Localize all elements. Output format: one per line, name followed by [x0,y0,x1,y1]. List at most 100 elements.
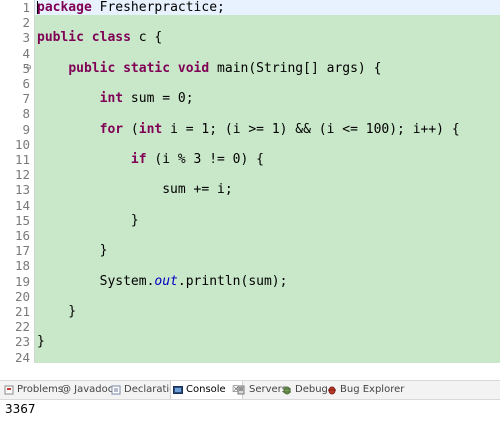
tab-bug-explorer[interactable]: Bug Explorer [327,381,404,399]
debug-icon [282,384,292,395]
declaration-icon [111,384,121,395]
keyword-token: void [177,60,210,76]
line-number: 17 [14,243,30,259]
bottom-panel-tabbar: Problems @ Javadoc Declaration Console ☒… [0,380,500,400]
line-number: 19 [14,273,30,289]
code-line: 22 [0,319,500,334]
tab-problems[interactable]: Problems [4,381,63,399]
code-line: 23} [0,334,500,349]
code-token: c { [130,30,163,46]
code-line: 11 if (i % 3 != 0) { [0,152,500,167]
line-number: 8 [22,106,30,122]
line-number: 24 [14,349,30,363]
keyword-token: int [138,121,163,137]
tab-label: Console [186,384,226,395]
code-token: main(String[] args) { [209,60,382,76]
code-text: } [37,334,45,349]
code-line: 17 } [0,243,500,258]
code-token: (i % 3 != 0) { [146,152,264,167]
code-text: public class c { [37,30,162,45]
line-number: 16 [14,228,30,243]
tab-label: Bug Explorer [340,384,405,395]
fold-toggle-icon[interactable]: ⊖ [26,61,31,76]
line-number: 12 [14,167,30,183]
code-token: } [37,212,139,228]
code-token: System. [37,273,155,289]
line-number: 23 [14,334,30,350]
line-number: 10 [14,136,30,152]
code-line: 13 sum += i; [0,182,500,197]
code-text: public static void main(String[] args) { [37,61,381,76]
code-line: 21 } [0,304,500,319]
code-text: } [37,213,139,228]
code-line: 1 package Fresherpractice; [0,0,500,15]
code-token: Fresherpractice; [91,0,225,15]
line-number: 21 [14,304,30,319]
code-token: sum += i; [37,182,233,198]
keyword-token: public [68,60,116,76]
code-line: 4 [0,46,500,61]
line-number: 14 [14,197,30,213]
text-cursor [37,1,38,14]
code-token: ( [123,121,139,137]
code-line: 24 [0,350,500,363]
code-line: 3 public class c { [0,30,500,45]
line-number: 13 [14,182,30,198]
problems-icon [4,384,14,395]
line-number: 15 [14,212,30,228]
code-line: 19 System.out.println(sum); [0,274,500,289]
line-number: 18 [14,258,30,274]
code-token: i = 1; (i >= 1) && (i <= 100); i++) { [162,121,460,137]
code-text: package Fresherpractice; [37,0,225,15]
code-line: 6 [0,76,500,91]
code-line: 7 int sum = 0; [0,91,500,106]
line-number: 20 [14,288,30,304]
code-line: 20 [0,289,500,304]
code-text: if (i % 3 != 0) { [37,152,264,167]
code-token: } [37,334,45,350]
console-output: 3367 [5,402,36,416]
code-line: 16 [0,228,500,243]
line-number: 22 [14,319,30,335]
keyword-token: int [99,91,124,107]
keyword-token: for [99,121,124,137]
code-token: sum = 0; [123,91,194,107]
line-number: 6 [22,76,30,91]
tab-javadoc[interactable]: @ Javadoc [61,381,113,399]
line-number: 4 [22,45,30,61]
code-token: } [37,304,77,319]
code-editor[interactable]: 1 package Fresherpractice; 2 3 public class … [0,0,500,363]
code-line: 8 [0,106,500,121]
code-line: 2 [0,15,500,30]
line-number: 1 [22,0,30,15]
keyword-token: public [37,30,84,46]
tab-label: @ Javadoc [61,384,114,395]
tab-label: Debug [295,384,328,395]
code-text: sum += i; [37,182,233,198]
line-number: 11 [14,152,30,167]
code-text: System.out.println(sum); [37,273,288,289]
keyword-token: class [91,30,131,46]
code-line: 12 [0,167,500,182]
line-number: 3 [22,30,30,46]
code-text: int sum = 0; [37,91,194,106]
line-number: 2 [22,15,30,31]
code-line: 15 } [0,213,500,228]
tab-servers[interactable]: Servers [236,381,287,399]
tab-debug[interactable]: Debug [282,381,328,399]
servers-icon [236,384,246,395]
keyword-token: static [123,60,171,76]
code-token: .println(sum); [177,273,288,289]
tab-console[interactable]: Console ☒ [170,381,243,399]
keyword-token: package [37,0,92,15]
keyword-token: if [130,152,147,167]
code-line: 9 for (int i = 1; (i >= 1) && (i <= 100)… [0,122,500,137]
code-line: 5 ⊖ public static void main(String[] args… [0,61,500,76]
